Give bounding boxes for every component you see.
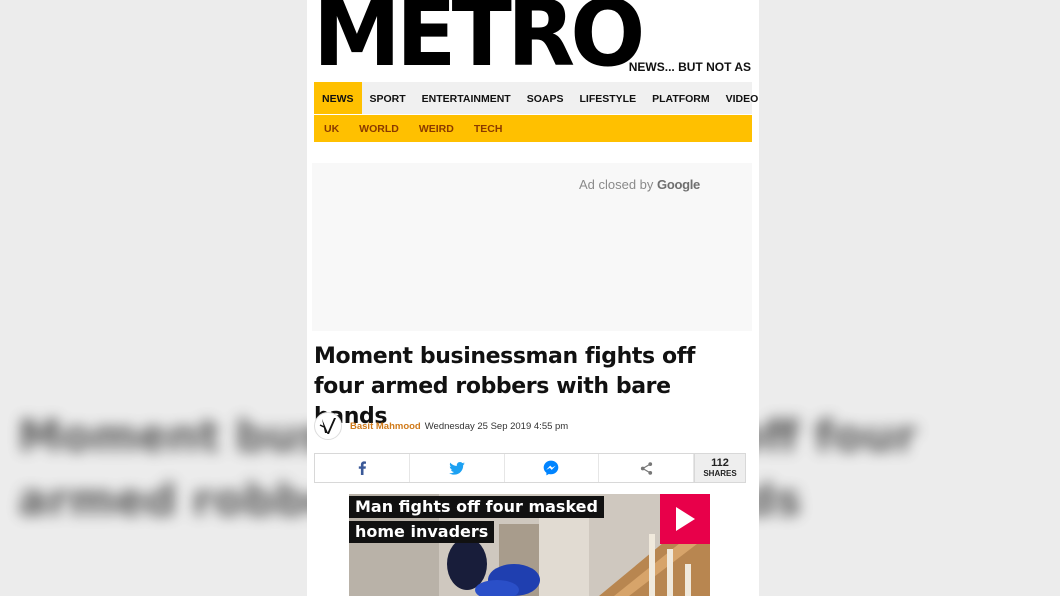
- share-count-number: 112: [711, 456, 729, 469]
- nav-item-news[interactable]: NEWS: [314, 82, 362, 114]
- play-button[interactable]: [660, 494, 710, 544]
- nav-item-lifestyle[interactable]: LIFESTYLE: [572, 82, 645, 114]
- nav-item-platform[interactable]: PLATFORM: [644, 82, 718, 114]
- subnav-item-uk[interactable]: UK: [314, 115, 349, 143]
- subnav-item-world[interactable]: WORLD: [349, 115, 409, 143]
- share-count: 112 SHARES: [694, 454, 745, 482]
- primary-nav: NEWS SPORT ENTERTAINMENT SOAPS LIFESTYLE…: [314, 82, 758, 114]
- subnav-item-tech[interactable]: TECH: [464, 115, 513, 143]
- ad-slot: Ad closed by Google: [312, 163, 752, 331]
- ad-closed-notice: Ad closed by Google: [579, 177, 700, 192]
- nav-item-video[interactable]: VIDEO: [718, 82, 759, 114]
- ad-closed-label: Ad closed by: [578, 177, 654, 192]
- share-messenger-button[interactable]: [505, 454, 600, 482]
- messenger-icon: [544, 460, 559, 476]
- share-twitter-button[interactable]: [410, 454, 505, 482]
- nav-item-sport[interactable]: SPORT: [362, 82, 414, 114]
- share-count-label: SHARES: [703, 468, 737, 478]
- secondary-nav: UK WORLD WEIRD TECH: [314, 115, 752, 142]
- article-page: METRO NEWS... BUT NOT AS NEWS SPORT ENTE…: [307, 0, 759, 596]
- masthead: METRO NEWS... BUT NOT AS: [307, 0, 759, 82]
- facebook-icon: [358, 461, 366, 475]
- tagline: NEWS... BUT NOT AS: [628, 60, 751, 74]
- subnav-item-weird[interactable]: WEIRD: [409, 115, 464, 143]
- share-facebook-button[interactable]: [315, 454, 410, 482]
- nav-item-entertainment[interactable]: ENTERTAINMENT: [414, 82, 519, 114]
- avatar-image: [319, 418, 336, 434]
- twitter-icon: [448, 461, 465, 475]
- author-name[interactable]: Basit Mahmood: [350, 421, 421, 432]
- google-wordmark: Google: [657, 177, 700, 192]
- share-more-button[interactable]: [599, 454, 694, 482]
- author-avatar[interactable]: [314, 412, 342, 440]
- video-title: Man fights off four masked home invaders: [349, 494, 639, 544]
- play-icon: [676, 507, 695, 531]
- share-bar: 112 SHARES: [314, 453, 746, 483]
- metro-logo[interactable]: METRO: [313, 0, 645, 80]
- publish-date: Wednesday 25 Sep 2019 4:55 pm: [424, 420, 569, 432]
- nav-item-soaps[interactable]: SOAPS: [519, 82, 572, 114]
- byline: Basit Mahmood Wednesday 25 Sep 2019 4:55…: [314, 412, 744, 440]
- share-icon: [640, 461, 652, 475]
- video-player[interactable]: Man fights off four masked home invaders: [349, 494, 710, 596]
